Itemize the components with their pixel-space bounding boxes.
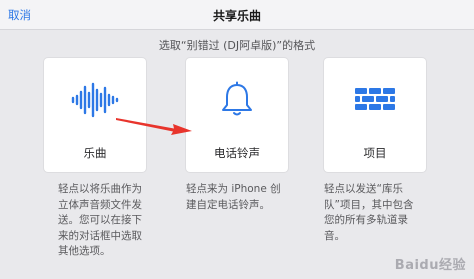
description-line: 来的对话框中选取 (58, 229, 142, 242)
brick-wall-icon (324, 80, 426, 120)
format-prompt: 选取“别错过 (DJ阿卓版)”的格式 (158, 39, 316, 52)
description-line: 轻点以发送“库乐 (324, 183, 403, 195)
annotation-arrow (116, 118, 192, 135)
song-option-label: 乐曲 (83, 146, 107, 160)
waveform-icon (44, 80, 146, 120)
description-line: 队”项目，其中包含 (324, 198, 414, 211)
description-line: 音。 (324, 229, 345, 242)
project-option-card[interactable]: 项目 (324, 58, 426, 172)
project-option-description: 轻点以发送“库乐 队”项目，其中包含 您的所有多轨道录 音。 (324, 182, 426, 244)
watermark: Baidu经验 (394, 258, 466, 273)
bell-icon (186, 80, 288, 120)
ringtone-option-label: 电话铃声 (214, 146, 260, 160)
description-line: 送。您可以在接下 (58, 214, 142, 226)
description-line: 您的所有多轨道录 (324, 214, 408, 226)
description-line: 立体声音频文件发 (58, 198, 142, 211)
description-line: 建自定电话铃声。 (186, 198, 270, 211)
ringtone-option-card[interactable]: 电话铃声 (186, 58, 288, 172)
description-line: 其他选项。 (58, 245, 111, 257)
description-line: 轻点来为 iPhone 创 (186, 183, 281, 195)
description-line: 轻点以将乐曲作为 (58, 183, 142, 195)
song-option-description: 轻点以将乐曲作为 立体声音频文件发 送。您可以在接下 来的对话框中选取 其他选项… (58, 182, 158, 260)
ringtone-option-description: 轻点来为 iPhone 创 建自定电话铃声。 (186, 182, 298, 213)
project-option-label: 项目 (363, 146, 387, 160)
navigation-bar: 取消 共享乐曲 (0, 0, 474, 30)
page-title: 共享乐曲 (212, 9, 261, 23)
